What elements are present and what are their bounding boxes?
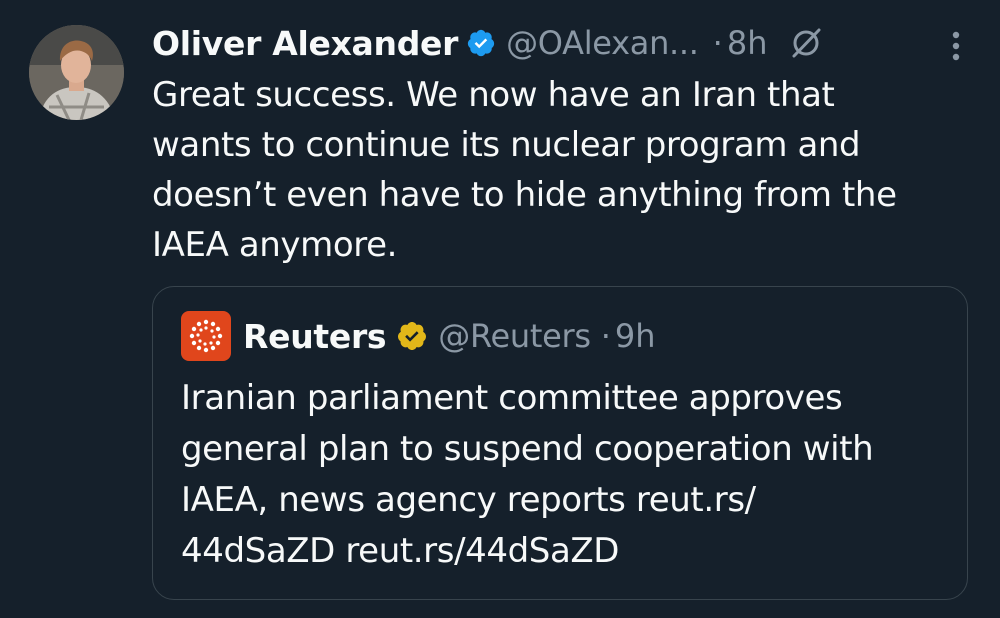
verified-badge-icon [467,29,495,57]
quoted-tweet[interactable]: Reuters @Reuters · 9h Iranian parliament… [152,286,968,600]
reuters-logo-icon[interactable] [181,311,231,361]
gold-verified-badge-icon [398,322,427,350]
tweet-header: Oliver Alexander @OAlexan... · 8h [152,20,970,66]
quoted-tweet-text: Iranian parliament committee approves ge… [181,373,951,577]
tweet-text: Great success. We now have an Iran that … [152,70,952,270]
avatar[interactable] [29,25,124,120]
quoted-text-line: Iranian parliament committee approves [181,378,843,418]
author-handle[interactable]: @OAlexan... [506,24,699,62]
more-vertical-icon[interactable] [952,30,960,62]
quoted-author-name[interactable]: Reuters [243,317,387,356]
quoted-text-line: 44dSaZD reut.rs/44dSaZD [181,531,620,571]
grok-icon[interactable] [789,26,823,60]
reuters-dots-icon [189,319,223,353]
timestamp[interactable]: 8h [727,24,768,62]
separator-dot: · [600,317,611,355]
author-name[interactable]: Oliver Alexander [152,24,458,63]
tweet-text-line: Great success. We now have an Iran that [152,75,835,115]
tweet-text-line: IAEA anymore. [152,225,398,265]
tweet-text-line: doesn’t even have to hide anything from … [152,175,897,215]
quoted-text-line: IAEA, news agency reports reut.rs/ [181,480,756,520]
quoted-author-handle[interactable]: @Reuters [438,317,591,355]
quoted-tweet-header: Reuters @Reuters · 9h [181,311,656,361]
quoted-text-line: general plan to suspend cooperation with [181,429,874,469]
tweet-text-line: wants to continue its nuclear program an… [152,125,861,165]
avatar-photo-icon [29,25,124,120]
separator-dot: · [712,24,723,62]
quoted-timestamp[interactable]: 9h [615,317,656,355]
tweet[interactable]: Oliver Alexander @OAlexan... · 8h Great … [0,0,1000,618]
